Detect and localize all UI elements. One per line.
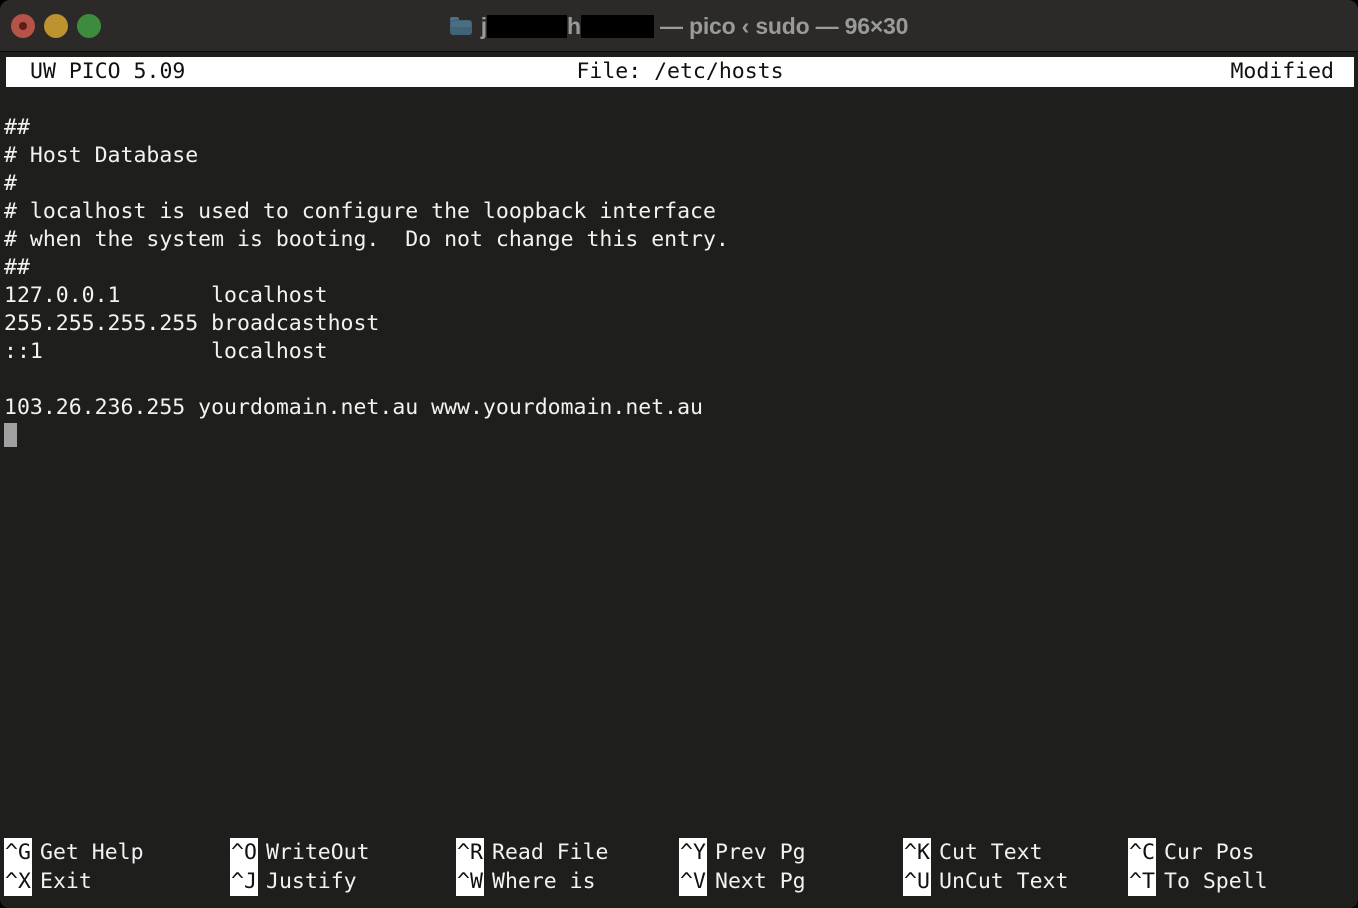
terminal-window: j h — pico ‹ sudo — 96×30 UW PICO 5.09 F… xyxy=(0,0,1358,908)
shortcut-label: UnCut Text xyxy=(939,869,1069,894)
redaction-bar-2 xyxy=(580,14,654,38)
maximize-button[interactable] xyxy=(77,14,101,38)
shortcut-get-help[interactable]: ^G Get Help xyxy=(4,838,144,867)
editor-line: 103.26.236.255 yourdomain.net.au www.you… xyxy=(4,395,703,420)
shortcut-key: ^U xyxy=(903,867,931,896)
window-title-host-initial: h xyxy=(566,12,581,39)
window-title-text: j h — pico ‹ sudo — 96×30 xyxy=(480,12,909,40)
shortcut-writeout[interactable]: ^O WriteOut xyxy=(230,838,370,867)
shortcut-key: ^J xyxy=(230,867,258,896)
close-icon xyxy=(19,22,27,30)
shortcut-key: ^T xyxy=(1128,867,1156,896)
shortcut-uncut-text[interactable]: ^U UnCut Text xyxy=(903,867,1068,896)
shortcut-label: Next Pg xyxy=(715,869,806,894)
editor-line: ## xyxy=(4,255,30,280)
shortcut-label: Exit xyxy=(40,869,92,894)
editor-line: 127.0.0.1 localhost xyxy=(4,283,328,308)
editor-text-area[interactable]: ## # Host Database # # localhost is used to… xyxy=(0,92,1358,830)
editor-line: # Host Database xyxy=(4,143,199,168)
redaction-bar-1 xyxy=(486,14,567,38)
shortcut-label: Justify xyxy=(266,869,357,894)
shortcut-row-primary: ^G Get Help ^O WriteOut ^R Read File ^Y Prev Pg… xyxy=(0,838,1358,867)
minimize-button[interactable] xyxy=(44,14,68,38)
shortcut-key: ^W xyxy=(456,867,484,896)
shortcut-key: ^G xyxy=(4,838,32,867)
folder-icon-tab xyxy=(449,17,459,21)
editor-line: # xyxy=(4,171,17,196)
shortcut-key: ^Y xyxy=(679,838,707,867)
shortcut-label: Read File xyxy=(492,840,609,865)
shortcut-label: WriteOut xyxy=(266,840,370,865)
shortcut-justify[interactable]: ^J Justify xyxy=(230,867,357,896)
shortcut-key: ^X xyxy=(4,867,32,896)
window-title: j h — pico ‹ sudo — 96×30 xyxy=(0,0,1358,52)
shortcut-where-is[interactable]: ^W Where is xyxy=(456,867,596,896)
window-title-user-initial: j xyxy=(480,12,487,39)
editor-line: # localhost is used to configure the loo… xyxy=(4,199,716,224)
window-titlebar[interactable]: j h — pico ‹ sudo — 96×30 xyxy=(0,0,1358,52)
folder-icon xyxy=(449,17,472,35)
shortcut-key: ^V xyxy=(679,867,707,896)
shortcut-read-file[interactable]: ^R Read File xyxy=(456,838,609,867)
shortcut-label: Where is xyxy=(492,869,596,894)
editor-line: # when the system is booting. Do not cha… xyxy=(4,227,729,252)
shortcut-label: Cur Pos xyxy=(1164,840,1255,865)
window-title-process: — pico ‹ sudo — 96×30 xyxy=(653,12,909,39)
editor-line: ::1 localhost xyxy=(4,339,328,364)
text-cursor xyxy=(4,423,17,447)
shortcut-key: ^C xyxy=(1128,838,1156,867)
shortcut-key: ^R xyxy=(456,838,484,867)
pico-shortcut-bar: ^G Get Help ^O WriteOut ^R Read File ^Y Prev Pg… xyxy=(0,838,1358,896)
shortcut-to-spell[interactable]: ^T To Spell xyxy=(1128,867,1268,896)
pico-file-label: File: /etc/hosts xyxy=(576,59,784,84)
pico-status-bar: UW PICO 5.09 File: /etc/hosts Modified xyxy=(6,57,1354,87)
shortcut-label: Get Help xyxy=(40,840,144,865)
shortcut-label: To Spell xyxy=(1164,869,1268,894)
pico-modified-flag: Modified xyxy=(1230,59,1334,84)
editor-line: ## xyxy=(4,115,30,140)
shortcut-cut-text[interactable]: ^K Cut Text xyxy=(903,838,1043,867)
shortcut-next-pg[interactable]: ^V Next Pg xyxy=(679,867,806,896)
folder-icon-sheen xyxy=(450,21,471,27)
shortcut-label: Prev Pg xyxy=(715,840,806,865)
shortcut-cur-pos[interactable]: ^C Cur Pos xyxy=(1128,838,1255,867)
shortcut-row-secondary: ^X Exit ^J Justify ^W Where is ^V Next Pg ^U UnCu… xyxy=(0,867,1358,896)
shortcut-label: Cut Text xyxy=(939,840,1043,865)
close-button[interactable] xyxy=(11,14,35,38)
folder-icon-body xyxy=(449,20,472,35)
shortcut-exit[interactable]: ^X Exit xyxy=(4,867,92,896)
editor-cursor-line xyxy=(4,422,1358,450)
traffic-light-group xyxy=(11,14,101,38)
shortcut-key: ^O xyxy=(230,838,258,867)
shortcut-key: ^K xyxy=(903,838,931,867)
editor-line: 255.255.255.255 broadcasthost xyxy=(4,311,380,336)
shortcut-prev-pg[interactable]: ^Y Prev Pg xyxy=(679,838,806,867)
